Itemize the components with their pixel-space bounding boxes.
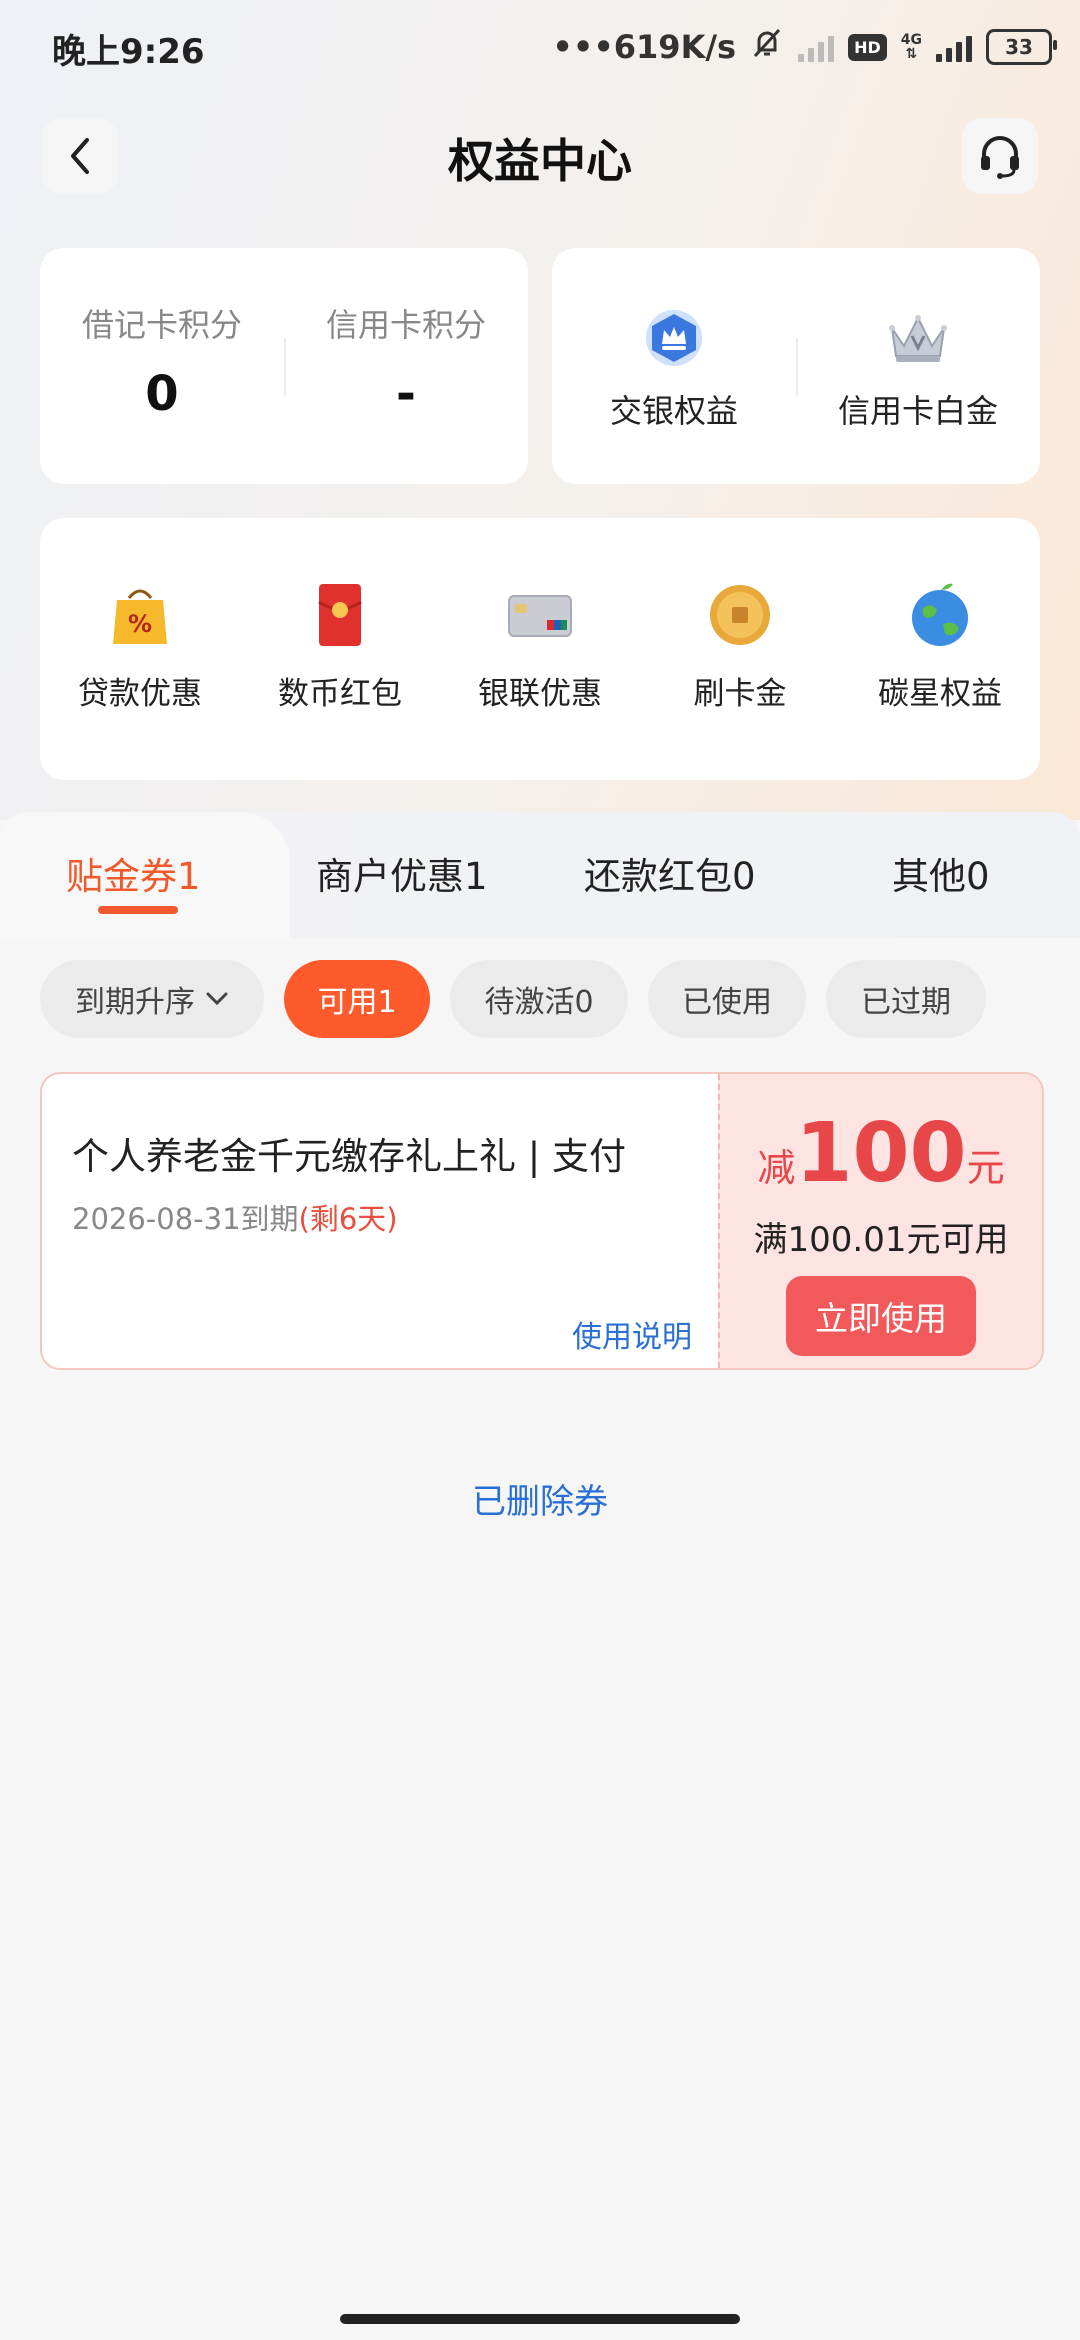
chevron-down-icon [206, 992, 228, 1006]
coupon-amount-unit: 元 [966, 1146, 1005, 1190]
service-digital-red-packet[interactable]: 数币红包 [240, 518, 440, 780]
service-label: 刷卡金 [693, 676, 787, 712]
page-title: 权益中心 [448, 134, 632, 188]
service-loan-discount[interactable]: % 贷款优惠 [40, 518, 240, 780]
earth-icon [912, 583, 968, 646]
sort-dropdown[interactable]: 到期升序 [40, 960, 264, 1038]
filter-available[interactable]: 可用1 [284, 960, 430, 1038]
debit-points-value: 0 [145, 366, 179, 422]
tab-other[interactable]: 其他0 [892, 846, 990, 900]
tab-repayment-red-packet[interactable]: 还款红包0 [584, 846, 756, 900]
debit-points-label: 借记卡积分 [81, 306, 242, 344]
home-indicator[interactable] [340, 2314, 740, 2324]
points-card: 借记卡积分 0 信用卡积分 - [40, 248, 528, 484]
active-tab-indicator [98, 906, 178, 914]
platinum-rights-entry[interactable]: 信用卡白金 [796, 248, 1040, 484]
coupon-amount-prefix: 减 [757, 1146, 796, 1190]
bocom-rights-label: 交银权益 [609, 392, 738, 430]
bocom-rights-entry[interactable]: 交银权益 [552, 248, 796, 484]
deleted-coupons-link[interactable]: 已删除券 [0, 1474, 1080, 1523]
mute-bell-icon [750, 26, 784, 68]
usage-instructions-link[interactable]: 使用说明 [572, 1312, 692, 1356]
coupon-value-panel: 减100元 满100.01元可用 立即使用 [718, 1074, 1042, 1368]
platinum-rights-label: 信用卡白金 [837, 392, 998, 430]
filter-expired[interactable]: 已过期 [826, 960, 986, 1038]
coupon-amount: 减100元 [720, 1106, 1042, 1201]
rights-card: 交银权益 信用卡白金 [552, 248, 1040, 484]
tab-merchant-offers[interactable]: 商户优惠1 [316, 846, 488, 900]
hd-icon: HD [848, 33, 887, 61]
customer-service-button[interactable] [962, 118, 1038, 194]
red-envelope-icon [318, 584, 362, 646]
credit-points[interactable]: 信用卡积分 - [284, 248, 528, 484]
sim1-signal-icon [798, 32, 835, 62]
services-card: % 贷款优惠 数币红包 银联优惠 刷卡金 碳星权益 [40, 518, 1040, 780]
percent-bag-icon: % [113, 589, 167, 644]
svg-text:%: % [128, 610, 152, 638]
service-label: 银联优惠 [478, 676, 602, 712]
coupon-expiry: 2026-08-31到期(剩6天) [72, 1196, 398, 1238]
silver-crown-icon [889, 315, 947, 362]
sim2-signal-icon [936, 32, 972, 62]
status-time: 晚上9:26 [52, 32, 205, 72]
sort-label: 到期升序 [75, 985, 195, 1020]
service-card-cashback[interactable]: 刷卡金 [640, 518, 840, 780]
coupon-title: 个人养老金千元缴存礼上礼 | 支付 [72, 1135, 626, 1178]
unionpay-card-icon [508, 595, 572, 637]
debit-points[interactable]: 借记卡积分 0 [40, 248, 284, 484]
service-label: 碳星权益 [878, 676, 1002, 712]
coupon-card[interactable]: 个人养老金千元缴存礼上礼 | 支付 2026-08-31到期(剩6天) 使用说明… [40, 1072, 1044, 1370]
service-carbon-star[interactable]: 碳星权益 [840, 518, 1040, 780]
coupon-amount-value: 100 [795, 1106, 967, 1201]
bocom-crown-badge-icon [646, 310, 702, 366]
status-bar: 晚上9:26 •••619K/s HD 4G ⇅ 33 [0, 0, 1080, 96]
service-label: 贷款优惠 [78, 676, 202, 712]
service-label: 数币红包 [278, 676, 402, 712]
status-icons: •••619K/s HD 4G ⇅ 33 [552, 22, 1057, 72]
network-speed: •••619K/s [552, 28, 737, 66]
headset-icon [981, 136, 1019, 179]
service-unionpay-discount[interactable]: 银联优惠 [440, 518, 640, 780]
coupon-expiry-date: 2026-08-31到期 [72, 1202, 299, 1236]
network-type: 4G ⇅ [900, 32, 922, 62]
battery-icon: 33 [986, 29, 1057, 65]
use-now-button[interactable]: 立即使用 [786, 1276, 976, 1356]
filter-pending-activation[interactable]: 待激活0 [450, 960, 628, 1038]
coupon-remaining-days: (剩6天) [298, 1202, 398, 1236]
filter-used[interactable]: 已使用 [648, 960, 806, 1038]
coupon-condition: 满100.01元可用 [753, 1220, 1009, 1260]
credit-points-label: 信用卡积分 [325, 306, 486, 344]
gold-coin-icon [710, 585, 770, 645]
tab-gold-coupon[interactable]: 贴金券1 [66, 846, 201, 900]
credit-points-value: - [396, 366, 416, 422]
